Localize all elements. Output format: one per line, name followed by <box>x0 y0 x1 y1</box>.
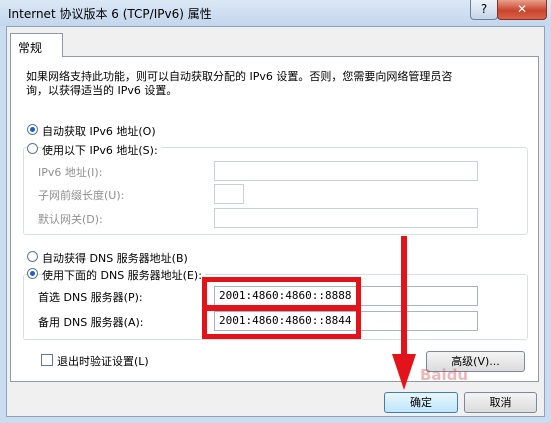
close-button[interactable]: ✕ <box>497 0 547 20</box>
preferred-dns-label: 首选 DNS 服务器(P): <box>38 291 143 304</box>
gateway-label: 默认网关(D): <box>38 213 103 226</box>
red-arrow-icon <box>392 236 416 390</box>
baidu-watermark: Baidu <box>420 366 469 384</box>
auto-ipv6-radio[interactable] <box>27 124 38 135</box>
tab-panel: 如果网络支持此功能，则可以自动获取分配的 IPv6 设置。否则，您需要向网络管理… <box>10 56 539 382</box>
prefix-length-field[interactable] <box>214 184 244 204</box>
alternate-dns-label: 备用 DNS 服务器(A): <box>38 316 144 329</box>
prefix-length-label: 子网前缀长度(U): <box>38 189 125 202</box>
validate-label: 退出时验证设置(L) <box>57 355 149 368</box>
auto-dns-radio[interactable] <box>27 251 38 262</box>
alternate-dns-highlight <box>202 306 361 339</box>
description-line-2: 询，以获得适当的 IPv6 设置。 <box>26 84 178 97</box>
manual-ipv6-label: 使用以下 IPv6 地址(S): <box>42 142 161 158</box>
ipv6-address-label: IPv6 地址(I): <box>38 166 103 179</box>
window-title: Internet 协议版本 6 (TCP/IPv6) 属性 <box>8 7 212 21</box>
manual-dns-label: 使用下面的 DNS 服务器地址(E): <box>42 267 205 283</box>
auto-dns-label: 自动获得 DNS 服务器地址(B) <box>42 252 188 265</box>
gateway-field[interactable] <box>214 208 478 228</box>
manual-dns-radio[interactable] <box>27 268 38 279</box>
help-button[interactable]: ? <box>470 0 498 20</box>
ipv6-address-field[interactable] <box>214 161 478 181</box>
cancel-button[interactable]: 取消 <box>464 392 537 413</box>
auto-ipv6-label: 自动获取 IPv6 地址(O) <box>42 125 156 138</box>
validate-checkbox[interactable] <box>41 354 53 366</box>
ok-button[interactable]: 确定 <box>384 392 458 413</box>
tab-general[interactable]: 常规 <box>10 33 63 57</box>
manual-ipv6-radio[interactable] <box>27 143 38 154</box>
